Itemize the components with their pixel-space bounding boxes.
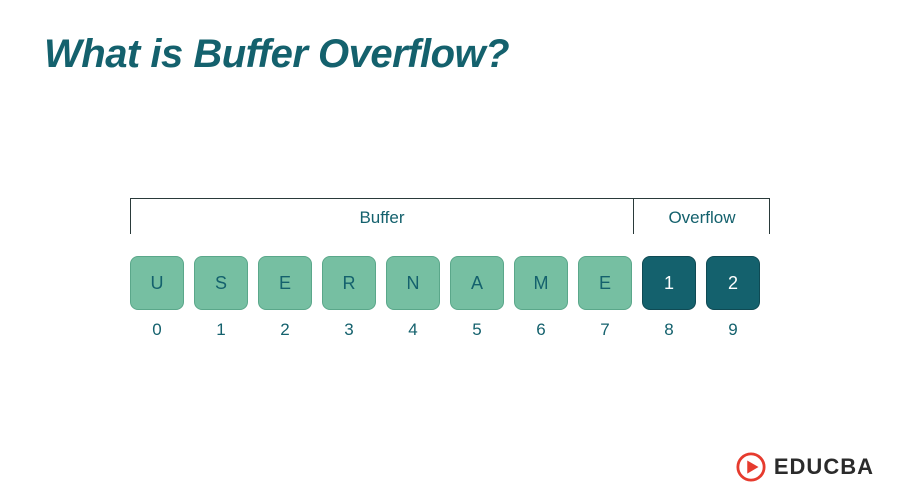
index-label: 6 xyxy=(514,320,568,340)
index-label: 0 xyxy=(130,320,184,340)
memory-cell-overflow: 2 xyxy=(706,256,760,310)
page-title: What is Buffer Overflow? xyxy=(44,32,509,77)
index-row: 0 1 2 3 4 5 6 7 8 9 xyxy=(130,320,770,340)
memory-cell: M xyxy=(514,256,568,310)
play-icon xyxy=(736,452,766,482)
brand-name: EDUCBA xyxy=(774,454,874,480)
index-label: 3 xyxy=(322,320,376,340)
buffer-label: Buffer xyxy=(130,208,634,228)
overflow-bracket: Overflow xyxy=(634,198,770,250)
memory-cell-overflow: 1 xyxy=(642,256,696,310)
brand-logo: EDUCBA xyxy=(736,452,874,482)
index-label: 5 xyxy=(450,320,504,340)
overflow-label: Overflow xyxy=(634,208,770,228)
index-label: 7 xyxy=(578,320,632,340)
cells-row: U S E R N A M E 1 2 xyxy=(130,256,770,310)
buffer-bracket: Buffer xyxy=(130,198,634,250)
memory-cell: E xyxy=(578,256,632,310)
memory-cell: S xyxy=(194,256,248,310)
index-label: 1 xyxy=(194,320,248,340)
buffer-diagram: Buffer Overflow U S E R N A M E 1 2 0 1 … xyxy=(130,198,770,340)
index-label: 8 xyxy=(642,320,696,340)
index-label: 9 xyxy=(706,320,760,340)
memory-cell: N xyxy=(386,256,440,310)
memory-cell: R xyxy=(322,256,376,310)
index-label: 4 xyxy=(386,320,440,340)
memory-cell: E xyxy=(258,256,312,310)
bracket-row: Buffer Overflow xyxy=(130,198,770,250)
memory-cell: U xyxy=(130,256,184,310)
memory-cell: A xyxy=(450,256,504,310)
index-label: 2 xyxy=(258,320,312,340)
